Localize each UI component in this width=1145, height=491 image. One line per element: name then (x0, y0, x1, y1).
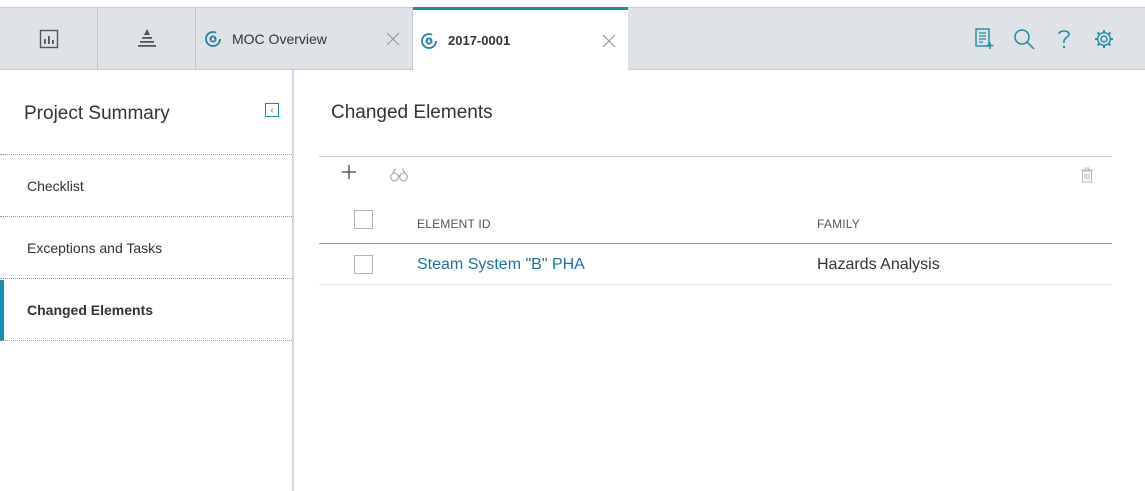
dashboard-tab[interactable] (0, 8, 98, 70)
sidebar-item-label: Changed Elements (27, 302, 154, 318)
new-document-icon[interactable] (973, 28, 995, 50)
sidebar-header: Project Summary ‹ (0, 70, 292, 155)
asset-hierarchy-tab[interactable] (98, 8, 196, 70)
help-icon[interactable] (1053, 28, 1075, 50)
divider (319, 156, 1112, 157)
changed-elements-table: ELEMENT ID FAMILY Steam System "B" PHA H… (319, 203, 1112, 285)
tab-2017-0001[interactable]: 2017-0001 (413, 7, 628, 71)
tab-moc-overview[interactable]: MOC Overview (197, 8, 413, 70)
binoculars-icon[interactable] (390, 168, 410, 184)
sidebar-item-changed-elements[interactable]: Changed Elements (0, 280, 292, 341)
trash-icon[interactable] (1080, 167, 1096, 185)
moc-refresh-icon (204, 30, 222, 48)
moc-refresh-icon (420, 32, 438, 50)
sidebar-item-label: Checklist (27, 178, 84, 194)
element-id-link[interactable]: Steam System "B" PHA (417, 256, 585, 274)
top-tab-bar: MOC Overview 2017-0001 (0, 7, 1145, 71)
collapse-sidebar-button[interactable]: ‹ (265, 103, 279, 117)
row-checkbox[interactable] (354, 255, 373, 274)
toolbar-icons (955, 8, 1115, 70)
select-all-checkbox[interactable] (354, 210, 373, 229)
settings-icon[interactable] (1093, 28, 1115, 50)
search-icon[interactable] (1013, 28, 1035, 50)
column-header-element-id[interactable]: ELEMENT ID (417, 217, 491, 231)
sidebar-item-checklist[interactable]: Checklist (0, 156, 292, 217)
dashboard-icon (39, 29, 59, 49)
sidebar: Project Summary ‹ Checklist Exceptions a… (0, 70, 294, 491)
add-icon[interactable] (341, 164, 361, 184)
table-row: Steam System "B" PHA Hazards Analysis (319, 244, 1112, 285)
table-header-row: ELEMENT ID FAMILY (319, 203, 1112, 244)
main-content: Changed Elements ELEMENT ID FAMILY Steam… (296, 70, 1145, 491)
sidebar-title: Project Summary (24, 103, 170, 124)
asset-hierarchy-icon (137, 28, 157, 50)
tab-label: 2017-0001 (448, 33, 511, 48)
close-icon[interactable] (386, 32, 400, 46)
column-header-family[interactable]: FAMILY (817, 217, 860, 231)
page-title: Changed Elements (331, 102, 493, 123)
family-cell: Hazards Analysis (817, 256, 940, 273)
close-icon[interactable] (602, 34, 616, 48)
tab-label: MOC Overview (232, 31, 327, 47)
sidebar-item-label: Exceptions and Tasks (27, 240, 163, 256)
sidebar-item-exceptions-and-tasks[interactable]: Exceptions and Tasks (0, 218, 292, 279)
chevron-left-icon: ‹ (270, 104, 274, 116)
